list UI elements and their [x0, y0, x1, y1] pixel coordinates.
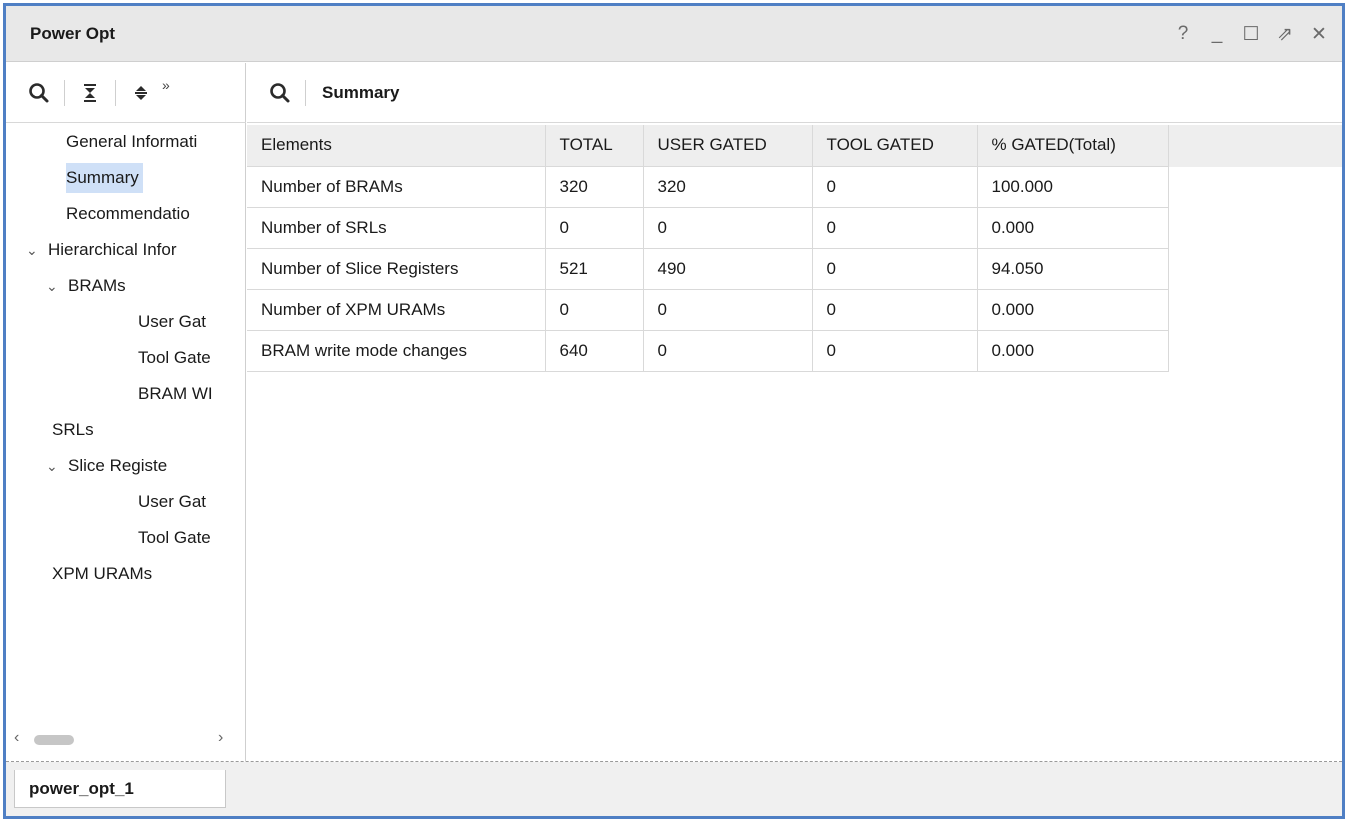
- tree-item-label: BRAM WI: [138, 384, 213, 403]
- table-cell: 0.000: [977, 207, 1169, 249]
- tree-item[interactable]: SRLs: [52, 415, 94, 445]
- table-cell: 0: [545, 289, 644, 331]
- tree-item-label: SRLs: [52, 420, 94, 439]
- table-cell: 94.050: [977, 248, 1169, 290]
- horizontal-scrollbar[interactable]: ‹ ›: [6, 729, 244, 751]
- table-cell: 0: [643, 207, 813, 249]
- scroll-left-icon[interactable]: ‹: [14, 729, 19, 747]
- table-row[interactable]: Number of BRAMs 320 320 0 100.000: [247, 165, 1169, 208]
- tree-item[interactable]: BRAM WI: [138, 379, 213, 409]
- table-cell: 0.000: [977, 289, 1169, 331]
- close-icon[interactable]: ✕: [1308, 21, 1330, 47]
- table-cell: 0.000: [977, 330, 1169, 372]
- left-toolbar: »: [6, 63, 246, 123]
- table-cell: 0: [812, 289, 978, 331]
- table-cell: 0: [812, 165, 978, 208]
- title-bar: Power Opt ? _ ☐ ⇗ ✕: [6, 6, 1342, 62]
- summary-pane: Summary Elements TOTAL USER GATED TOOL G…: [247, 63, 1342, 761]
- tab-power-opt-1[interactable]: power_opt_1: [14, 770, 226, 808]
- tree-item[interactable]: User Gat: [138, 487, 206, 517]
- tree-item[interactable]: Tool Gate: [138, 523, 211, 553]
- chevron-down-icon[interactable]: ⌄: [46, 271, 62, 301]
- tree-item-label: Summary: [66, 168, 139, 187]
- table-row[interactable]: Number of Slice Registers 521 490 0 94.050: [247, 248, 1169, 290]
- tree-item[interactable]: User Gat: [138, 307, 206, 337]
- chevron-down-icon[interactable]: ⌄: [46, 451, 62, 481]
- tree-item-label: Recommendatio: [66, 204, 190, 223]
- table-cell: 490: [643, 248, 813, 290]
- bottom-tab-bar: power_opt_1: [6, 762, 1342, 816]
- table-cell: 521: [545, 248, 644, 290]
- toolbar-separator: [64, 79, 65, 106]
- table-cell: Number of BRAMs: [247, 165, 546, 208]
- column-header-user-gated[interactable]: USER GATED: [643, 125, 813, 166]
- tree-item-label: Hierarchical Infor: [48, 240, 177, 259]
- right-toolbar: Summary: [247, 63, 1342, 123]
- table-header-row: Elements TOTAL USER GATED TOOL GATED % G…: [247, 125, 1169, 166]
- navigation-pane: » General Informati Summary Recommendatio ⌄…: [6, 63, 246, 761]
- scroll-right-icon[interactable]: ›: [218, 729, 223, 747]
- column-header-total[interactable]: TOTAL: [545, 125, 644, 166]
- table-cell: Number of SRLs: [247, 207, 546, 249]
- expand-all-icon[interactable]: [128, 80, 154, 106]
- float-icon[interactable]: ⇗: [1274, 21, 1296, 47]
- scrollbar-thumb[interactable]: [34, 735, 74, 745]
- tree-item[interactable]: General Informati: [66, 127, 197, 157]
- table-cell: 100.000: [977, 165, 1169, 208]
- report-tree: General Informati Summary Recommendatio ⌄ Hi…: [6, 125, 244, 725]
- tree-item[interactable]: ⌄ BRAMs: [46, 271, 126, 301]
- table-cell: 320: [545, 165, 644, 208]
- table-cell: 0: [812, 248, 978, 290]
- tree-item[interactable]: XPM URAMs: [52, 559, 152, 589]
- table-cell: 0: [643, 330, 813, 372]
- table-body: Number of BRAMs 320 320 0 100.000 Number of S…: [247, 165, 1169, 372]
- tree-item-label: Tool Gate: [138, 528, 211, 547]
- table-cell: BRAM write mode changes: [247, 330, 546, 372]
- search-icon[interactable]: [267, 80, 293, 106]
- minimize-icon[interactable]: _: [1206, 21, 1228, 47]
- search-icon[interactable]: [26, 80, 52, 106]
- table-row[interactable]: BRAM write mode changes 640 0 0 0.000: [247, 330, 1169, 372]
- section-title: Summary: [322, 82, 400, 102]
- table-cell: 0: [643, 289, 813, 331]
- toolbar-separator: [305, 79, 306, 106]
- table-row[interactable]: Number of XPM URAMs 0 0 0 0.000: [247, 289, 1169, 331]
- help-icon[interactable]: ?: [1172, 21, 1194, 47]
- more-tools-icon[interactable]: »: [162, 77, 170, 93]
- column-header-tool-gated[interactable]: TOOL GATED: [812, 125, 978, 166]
- table-cell: Number of XPM URAMs: [247, 289, 546, 331]
- tree-item-label: BRAMs: [68, 276, 126, 295]
- tree-item-label: Tool Gate: [138, 348, 211, 367]
- tree-item[interactable]: Summary: [66, 163, 143, 193]
- tree-item[interactable]: Recommendatio: [66, 199, 190, 229]
- table-cell: 0: [545, 207, 644, 249]
- tree-item-label: User Gat: [138, 312, 207, 331]
- toolbar-separator: [115, 79, 116, 106]
- table-cell: 320: [643, 165, 813, 208]
- table-cell: Number of Slice Registers: [247, 248, 546, 290]
- tree-item[interactable]: ⌄ Hierarchical Infor: [26, 235, 177, 265]
- tree-item-label: General Informati: [66, 132, 198, 151]
- maximize-icon[interactable]: ☐: [1240, 21, 1262, 47]
- tree-item[interactable]: ⌄ Slice Registe: [46, 451, 167, 481]
- collapse-all-icon[interactable]: [77, 80, 103, 106]
- table-cell: 0: [812, 207, 978, 249]
- column-header-percent-gated[interactable]: % GATED(Total): [977, 125, 1169, 166]
- tree-item-label: Slice Registe: [68, 456, 168, 475]
- chevron-down-icon[interactable]: ⌄: [26, 235, 42, 265]
- tree-item-label: XPM URAMs: [52, 564, 153, 583]
- column-header-elements[interactable]: Elements: [247, 125, 546, 166]
- table-cell: 640: [545, 330, 644, 372]
- power-opt-window: Power Opt ? _ ☐ ⇗ ✕ » General Informati S…: [3, 3, 1345, 819]
- table-row[interactable]: Number of SRLs 0 0 0 0.000: [247, 207, 1169, 249]
- window-title: Power Opt: [30, 24, 116, 43]
- tree-item[interactable]: Tool Gate: [138, 343, 211, 373]
- tree-item-label: User Gat: [138, 492, 207, 511]
- table-cell: 0: [812, 330, 978, 372]
- summary-table: Elements TOTAL USER GATED TOOL GATED % G…: [247, 125, 1169, 372]
- window-controls: ? _ ☐ ⇗ ✕: [1172, 20, 1330, 48]
